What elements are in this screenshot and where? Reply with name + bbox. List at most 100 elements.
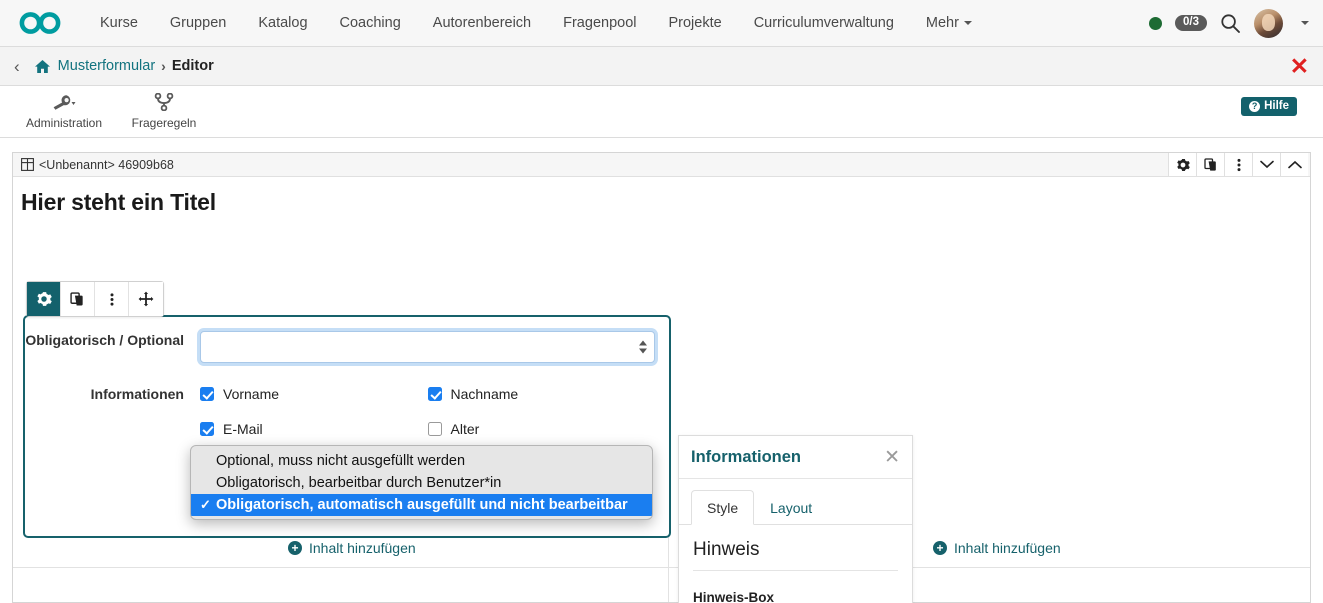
bottom-divider	[13, 567, 1310, 568]
obligation-field	[200, 331, 669, 363]
editor-page: <Unbenannt> 46909b68	[0, 138, 1323, 603]
card-settings-button[interactable]	[1168, 153, 1196, 176]
dropdown-option-obligatorisch-bearbeitbar[interactable]: Obligatorisch, bearbeitbar durch Benutze…	[191, 472, 652, 494]
card-more-button[interactable]	[1224, 153, 1252, 176]
add-content-label: Inhalt hinzufügen	[309, 540, 416, 556]
tab-label: Style	[707, 500, 738, 516]
toolbar-label: Administration	[26, 116, 102, 130]
page-title: Hier steht ein Titel	[13, 177, 1310, 216]
grid-icon	[21, 158, 34, 171]
card-collapse-down-button[interactable]	[1252, 153, 1280, 176]
panel-body: Hinweis Hinweis-Box AUS	[679, 525, 912, 603]
home-icon[interactable]	[34, 59, 51, 74]
block-settings-button[interactable]	[27, 282, 61, 316]
checkbox-item[interactable]: E-Mail	[200, 420, 428, 438]
card-copy-button[interactable]	[1196, 153, 1224, 176]
checkbox-item[interactable]: Nachname	[428, 385, 656, 403]
checkbox-label: E-Mail	[223, 420, 263, 438]
add-content-label: Inhalt hinzufügen	[954, 540, 1061, 556]
nav-item-gruppen[interactable]: Gruppen	[154, 0, 242, 46]
status-dot-icon	[1149, 17, 1162, 30]
nav-label: Fragenpool	[563, 15, 636, 31]
openolat-infinity-logo[interactable]	[18, 8, 66, 38]
main-nav-items: Kurse Gruppen Katalog Coaching Autorenbe…	[84, 0, 988, 46]
tab-layout[interactable]: Layout	[754, 490, 828, 525]
dropdown-option-obligatorisch-automatisch[interactable]: ✓ Obligatorisch, automatisch ausgefüllt …	[191, 494, 652, 516]
question-circle-icon: ?	[1249, 101, 1260, 112]
block-more-button[interactable]	[95, 282, 129, 316]
breadcrumb-root-link[interactable]: Musterformular	[58, 58, 156, 74]
search-icon[interactable]	[1220, 13, 1241, 34]
nav-right-cluster: 0/3	[1149, 9, 1309, 38]
nav-item-fragenpool[interactable]: Fragenpool	[547, 0, 652, 46]
card-collapse-up-button[interactable]	[1280, 153, 1308, 176]
panel-title: Informationen	[691, 448, 801, 467]
nav-item-katalog[interactable]: Katalog	[242, 0, 323, 46]
hinweis-box-label: Hinweis-Box	[693, 590, 898, 603]
nav-item-curriculumverwaltung[interactable]: Curriculumverwaltung	[738, 0, 910, 46]
block-copy-button[interactable]	[61, 282, 95, 316]
toolbar-label: Frageregeln	[132, 116, 197, 130]
tab-style[interactable]: Style	[691, 490, 754, 525]
chevron-down-icon[interactable]	[1301, 21, 1309, 25]
help-label: Hilfe	[1264, 100, 1289, 112]
close-icon[interactable]: ✕	[1290, 55, 1309, 78]
content-card: <Unbenannt> 46909b68	[12, 152, 1311, 603]
nav-label: Projekte	[668, 15, 721, 31]
dropdown-option-optional[interactable]: Optional, muss nicht ausgefüllt werden	[191, 450, 652, 472]
obligation-select[interactable]	[200, 331, 655, 363]
breadcrumb: ‹ Musterformular › Editor ✕	[0, 47, 1323, 86]
nav-label: Autorenbereich	[433, 15, 531, 31]
nav-item-kurse[interactable]: Kurse	[84, 0, 154, 46]
nav-item-projekte[interactable]: Projekte	[652, 0, 737, 46]
close-icon[interactable]: ✕	[884, 450, 900, 465]
select-stepper-icon	[639, 341, 647, 354]
breadcrumb-separator: ›	[161, 58, 166, 74]
dropdown-option-label: Optional, muss nicht ausgefüllt werden	[216, 453, 465, 469]
content-card-title: <Unbenannt> 46909b68	[39, 158, 174, 172]
chevron-left-icon[interactable]: ‹	[14, 58, 20, 75]
dropdown-option-label: Obligatorisch, automatisch ausgefüllt un…	[216, 497, 628, 513]
check-icon: ✓	[200, 497, 211, 513]
panel-header: Informationen ✕	[679, 436, 912, 479]
wrench-icon	[52, 94, 76, 114]
frageregeln-button[interactable]: Frageregeln	[114, 93, 214, 130]
nav-item-autorenbereich[interactable]: Autorenbereich	[417, 0, 547, 46]
content-card-header: <Unbenannt> 46909b68	[13, 153, 1310, 177]
checkbox-label: Nachname	[451, 385, 519, 403]
checkbox-label: Alter	[451, 420, 480, 438]
checkbox-item[interactable]: Vorname	[200, 385, 428, 403]
dropdown-option-label: Obligatorisch, bearbeitbar durch Benutze…	[216, 475, 501, 491]
add-content-right-button[interactable]: + Inhalt hinzufügen	[933, 540, 1061, 556]
block-toolbar	[26, 281, 164, 317]
checkbox-nachname[interactable]	[428, 387, 442, 401]
editor-toolbar: Administration Frageregeln ? Hilfe	[0, 86, 1323, 138]
nav-label: Gruppen	[170, 15, 226, 31]
checkbox-alter[interactable]	[428, 422, 442, 436]
branch-icon	[154, 93, 174, 114]
checkbox-label: Vorname	[223, 385, 279, 403]
obligation-dropdown-menu: Optional, muss nicht ausgefüllt werden O…	[190, 445, 653, 520]
avatar[interactable]	[1254, 9, 1283, 38]
obligation-label: Obligatorisch / Optional	[25, 331, 200, 363]
nav-item-coaching[interactable]: Coaching	[324, 0, 417, 46]
administration-button[interactable]: Administration	[14, 94, 114, 130]
content-card-actions	[1168, 153, 1308, 176]
add-content-left-button[interactable]: + Inhalt hinzufügen	[288, 540, 416, 556]
breadcrumb-current: Editor	[172, 58, 214, 74]
nav-label: Curriculumverwaltung	[754, 15, 894, 31]
block-move-handle[interactable]	[129, 282, 163, 316]
checkbox-vorname[interactable]	[200, 387, 214, 401]
nav-item-mehr[interactable]: Mehr	[910, 0, 988, 46]
top-navigation-bar: Kurse Gruppen Katalog Coaching Autorenbe…	[0, 0, 1323, 47]
chevron-down-icon	[964, 21, 972, 25]
checkbox-email[interactable]	[200, 422, 214, 436]
plus-circle-icon: +	[933, 541, 947, 555]
obligation-row: Obligatorisch / Optional	[25, 317, 669, 363]
tab-label: Layout	[770, 500, 812, 516]
checkbox-item[interactable]: Alter	[428, 420, 656, 438]
nav-label: Coaching	[340, 15, 401, 31]
task-count-badge[interactable]: 0/3	[1175, 15, 1207, 32]
informationen-label: Informationen	[25, 385, 200, 535]
help-button[interactable]: ? Hilfe	[1241, 97, 1297, 116]
